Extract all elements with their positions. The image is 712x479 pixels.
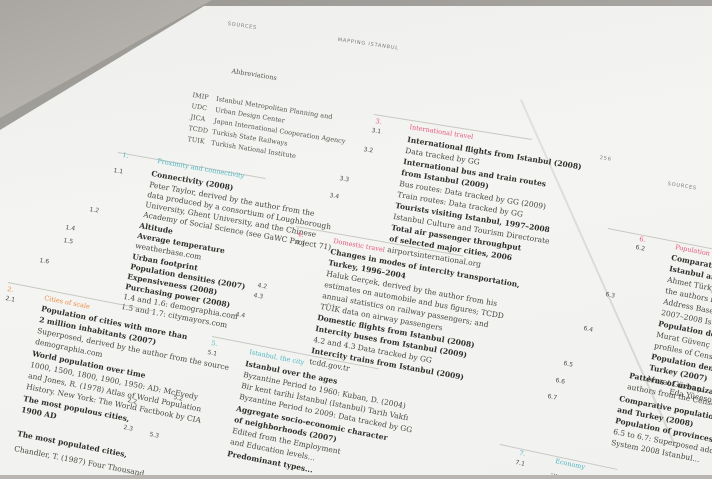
entry-number: 2.1: [4, 295, 16, 304]
entry-number: 6.5: [562, 360, 574, 369]
entry-number: 6.2: [634, 244, 646, 253]
section-number: 2.: [6, 285, 15, 295]
entry-number: 4.2: [256, 282, 268, 291]
entry-number: 6.3: [604, 291, 616, 300]
section-number: 7.: [518, 449, 527, 459]
entry-number: 3.3: [339, 175, 350, 184]
entry-number: 3.1: [371, 127, 382, 136]
entry-line: ...: [550, 467, 560, 478]
section-number: 1.: [121, 151, 130, 160]
entry-number: 1.5: [62, 237, 74, 246]
abbreviations-title: Abbreviations: [230, 67, 278, 83]
section-title: Economy: [554, 457, 586, 472]
entry-number: 2.3: [122, 424, 134, 433]
center-running-head: MAPPING ISTANBUL: [337, 37, 400, 52]
entry-number: 6.6: [554, 377, 566, 386]
section-number: 4.: [296, 230, 305, 239]
entry-number: 4.3: [252, 292, 264, 301]
entry-number: 4.1: [294, 239, 306, 248]
page-content: SOURCES MAPPING ISTANBUL 256 SOURCES Abb…: [0, 6, 712, 478]
entry-number: 3.4: [329, 192, 340, 201]
entry-number: 1.4: [64, 224, 76, 233]
entry-number: 5.1: [206, 349, 218, 358]
entry-number: 3.2: [363, 146, 374, 155]
entry-number: 7.1: [514, 459, 526, 468]
entry-number: 1.6: [38, 257, 50, 266]
section-number: 6.: [638, 235, 647, 245]
entry-number: 6.4: [582, 325, 594, 334]
right-running-head: SOURCES: [667, 181, 698, 192]
section-number: 5.: [210, 339, 219, 349]
section-number: 3.: [374, 117, 383, 126]
entry-number: 1.2: [88, 206, 100, 215]
page-number: 256: [599, 155, 612, 163]
entry-number: 5.3: [148, 431, 160, 440]
entry-number: 6.7: [546, 393, 558, 402]
entry-number: 1.1: [112, 167, 124, 176]
left-running-head: SOURCES: [227, 21, 258, 32]
